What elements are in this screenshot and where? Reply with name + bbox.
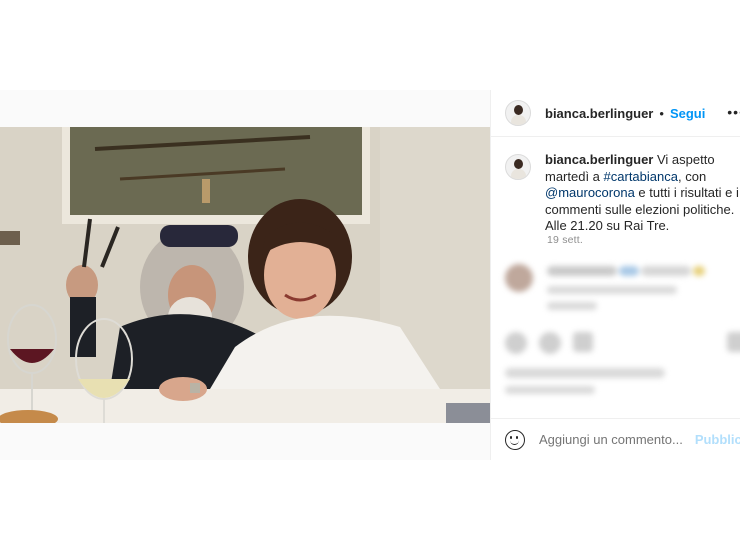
comment-bar: Pubblica [491,418,740,460]
follow-button[interactable]: Segui [670,106,705,121]
post-date[interactable]: 19 sett. [547,234,583,246]
post-side-panel: bianca.berlinguer • Segui ••• bianca.ber… [490,90,740,460]
caption-username[interactable]: bianca.berlinguer [545,152,653,167]
separator-dot: • [659,105,664,121]
hashtag-link[interactable]: #cartabianca [604,169,678,184]
mention-link[interactable]: @maurocorona [545,185,635,200]
publish-button[interactable]: Pubblica [695,432,740,447]
comment-input[interactable] [539,432,699,447]
caption-part-2: , con [677,168,707,184]
blurred-comments-area [491,250,740,420]
avatar[interactable] [505,100,531,126]
emoji-smile-icon[interactable] [505,429,525,450]
post-photo[interactable] [0,127,490,423]
caption-text: bianca.berlinguer Vi aspetto martedì a #… [545,152,740,235]
post-header: bianca.berlinguer • Segui ••• [491,90,740,137]
caption-avatar[interactable] [505,154,531,180]
more-horizontal-icon[interactable]: ••• [727,104,740,120]
post-caption: bianca.berlinguer Vi aspetto martedì a #… [505,152,740,235]
username[interactable]: bianca.berlinguer [545,106,653,121]
instagram-post: bianca.berlinguer • Segui ••• bianca.ber… [0,90,740,460]
